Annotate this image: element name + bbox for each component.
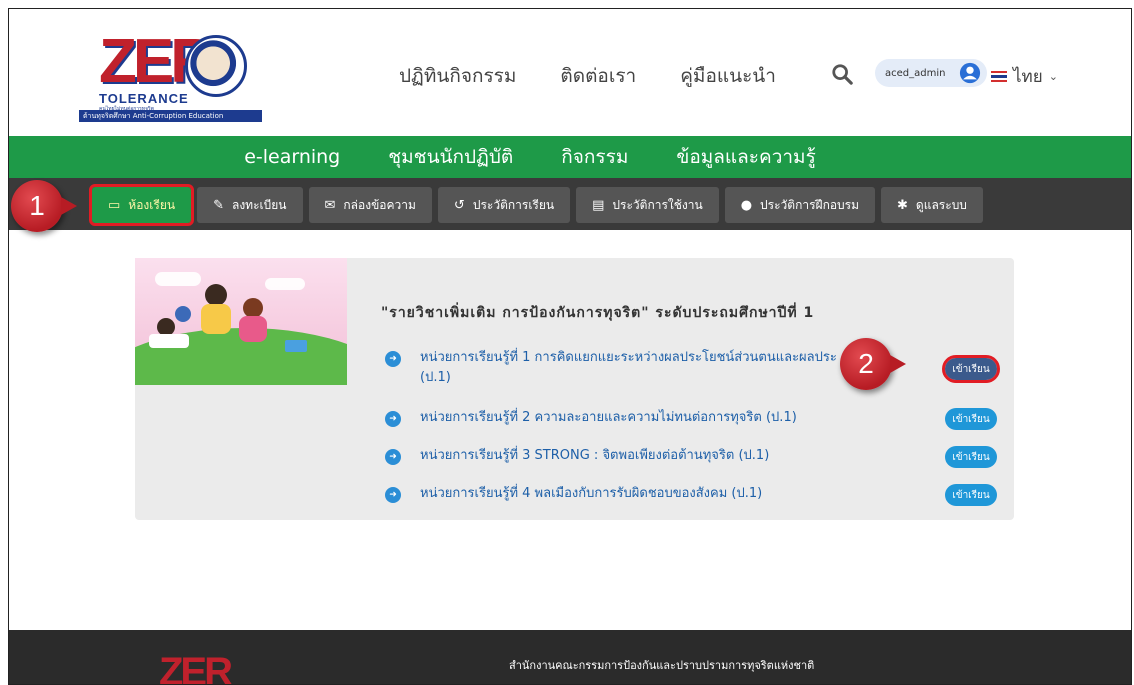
submenu-label: ประวัติการฝึกอบรม [760, 197, 860, 212]
submenu-label: ลงทะเบียน [231, 197, 287, 212]
unit-item: ➜ หน่วยการเรียนรู้ที่ 2 ความละอายและความ… [385, 408, 997, 430]
enter-class-button[interactable]: เข้าเรียน [945, 408, 997, 430]
submenu-label: ดูแลระบบ [915, 197, 967, 212]
submenu-label: ประวัติการใช้งาน [612, 197, 703, 212]
unit-link[interactable]: หน่วยการเรียนรู้ที่ 2 ความละอายและความไม… [420, 408, 920, 428]
callout-step-2: 2 [840, 338, 906, 390]
top-nav: ปฏิทินกิจกรรม ติดต่อเรา คู่มือแนะนำ [399, 61, 776, 91]
topnav-contact[interactable]: ติดต่อเรา [560, 61, 636, 91]
page-frame: ZER TOLERANCE คนไทยไม่ทนต่อการทุจริต ต้า… [8, 8, 1132, 685]
callout-step-1: 1 [11, 180, 77, 232]
gear-icon: ✱ [897, 197, 908, 213]
menu-knowledge[interactable]: ข้อมูลและความรู้ [676, 142, 815, 172]
course-title: "รายวิชาเพิ่มเติม การป้องกันการทุจริต" ร… [381, 305, 815, 321]
history-icon: ↺ [453, 197, 465, 213]
unit-item: ➜ หน่วยการเรียนรู้ที่ 4 พลเมืองกับการรับ… [385, 484, 997, 506]
search-icon[interactable] [831, 63, 853, 85]
menu-activities[interactable]: กิจกรรม [561, 142, 628, 172]
unit-grade: (ป.1) [420, 370, 451, 385]
menu-community[interactable]: ชุมชนนักปฏิบัติ [388, 142, 513, 172]
site-footer: ZER สำนักงานคณะกรรมการป้องกันและปราบปราม… [9, 630, 1131, 685]
chevron-right-icon: ➜ [385, 351, 401, 367]
language-label: ไทย [1013, 67, 1043, 87]
sub-menu: ▭ ห้องเรียน ✎ ลงทะเบียน ✉ กล่องข้อความ ↺… [88, 184, 983, 226]
user-avatar-icon [959, 62, 981, 84]
username-label: aced_admin [885, 67, 946, 79]
submenu-register[interactable]: ✎ ลงทะเบียน [197, 187, 303, 223]
user-menu[interactable]: aced_admin [875, 59, 987, 87]
chevron-down-icon: ⌄ [1048, 70, 1058, 83]
enter-class-button[interactable]: เข้าเรียน [945, 446, 997, 468]
logo-tolerance: TOLERANCE [99, 91, 189, 106]
unit-link[interactable]: หน่วยการเรียนรู้ที่ 3 STRONG : จิตพอเพีย… [420, 446, 920, 466]
thai-flag-icon [991, 71, 1007, 82]
enter-class-button[interactable]: เข้าเรียน [945, 484, 997, 506]
chevron-right-icon: ➜ [385, 487, 401, 503]
submenu-usage-history[interactable]: ▤ ประวัติการใช้งาน [576, 187, 719, 223]
logo-bar: ต้านทุจริตศึกษา Anti-Corruption Educatio… [79, 110, 262, 122]
submenu-training-history[interactable]: ● ประวัติการฝึกอบรม [724, 187, 876, 223]
enter-class-button[interactable]: เข้าเรียน [942, 355, 1000, 383]
submenu-label: ประวัติการเรียน [472, 197, 555, 212]
classroom-icon: ▭ [108, 197, 121, 213]
language-selector[interactable]: ไทย ⌄ [991, 63, 1058, 90]
submenu-admin[interactable]: ✱ ดูแลระบบ [881, 187, 983, 223]
main-menu: e-learning ชุมชนนักปฏิบัติ กิจกรรม ข้อมู… [9, 136, 1131, 178]
course-card: "รายวิชาเพิ่มเติม การป้องกันการทุจริต" ร… [135, 258, 1014, 520]
sub-menu-bar: ▭ ห้องเรียน ✎ ลงทะเบียน ✉ กล่องข้อความ ↺… [9, 178, 1131, 230]
edit-icon: ✎ [213, 197, 224, 213]
submenu-classroom[interactable]: ▭ ห้องเรียน [88, 184, 195, 226]
submenu-learning-history[interactable]: ↺ ประวัติการเรียน [437, 187, 571, 223]
unit-link[interactable]: หน่วยการเรียนรู้ที่ 4 พลเมืองกับการรับผิ… [420, 484, 920, 504]
list-icon: ▤ [592, 197, 605, 213]
chevron-right-icon: ➜ [385, 411, 401, 427]
course-illustration [135, 258, 347, 385]
unit-title: หน่วยการเรียนรู้ที่ 1 การคิดแยกแยะระหว่า… [420, 350, 837, 365]
menu-elearning[interactable]: e-learning [244, 146, 340, 168]
topnav-calendar[interactable]: ปฏิทินกิจกรรม [399, 61, 516, 91]
topnav-manual[interactable]: คู่มือแนะนำ [680, 61, 776, 91]
site-logo[interactable]: ZER TOLERANCE คนไทยไม่ทนต่อการทุจริต ต้า… [79, 31, 262, 122]
footer-logo: ZER [159, 650, 233, 685]
site-header: ZER TOLERANCE คนไทยไม่ทนต่อการทุจริต ต้า… [9, 9, 1131, 136]
submenu-inbox[interactable]: ✉ กล่องข้อความ [308, 187, 432, 223]
footer-org-name: สำนักงานคณะกรรมการป้องกันและปราบปรามการท… [509, 659, 815, 672]
submenu-label: กล่องข้อความ [343, 197, 416, 212]
chevron-right-icon: ➜ [385, 449, 401, 465]
user-icon: ● [740, 197, 753, 213]
unit-item: ➜ หน่วยการเรียนรู้ที่ 3 STRONG : จิตพอเพ… [385, 446, 997, 468]
envelope-icon: ✉ [324, 197, 336, 213]
submenu-label: ห้องเรียน [128, 197, 176, 212]
logo-fist-emblem [185, 35, 247, 97]
